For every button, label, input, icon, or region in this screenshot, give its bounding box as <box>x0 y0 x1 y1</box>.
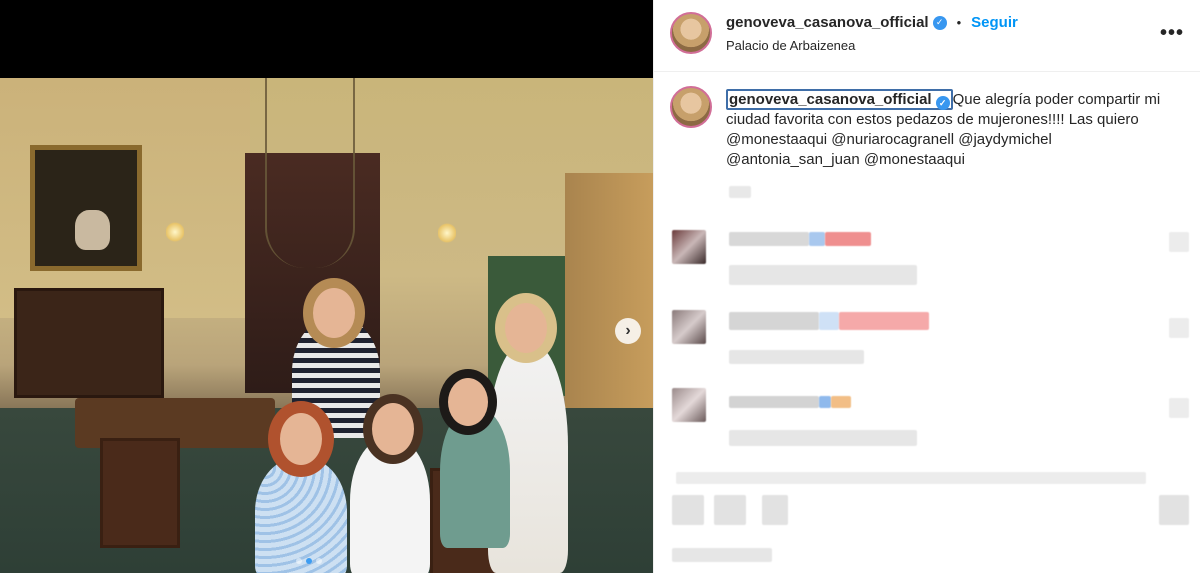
comment-icon[interactable] <box>714 495 746 525</box>
post-header: genoveva_casanova_official ✓ • Seguir Pa… <box>654 0 1200 72</box>
carousel-dot-active <box>306 558 312 564</box>
commenter-avatar[interactable] <box>672 230 706 264</box>
share-icon[interactable] <box>762 495 788 525</box>
person <box>440 408 510 548</box>
header-username[interactable]: genoveva_casanova_official <box>726 14 929 31</box>
carousel-dot <box>316 558 322 564</box>
like-heart-icon[interactable] <box>1169 232 1189 252</box>
caption-username[interactable]: genoveva_casanova_official <box>729 91 932 108</box>
carousel-next-button[interactable]: › <box>615 318 641 344</box>
like-heart-icon[interactable] <box>1169 318 1189 338</box>
save-icon[interactable] <box>1159 495 1189 525</box>
like-icon[interactable] <box>672 495 704 525</box>
carousel-dots <box>296 558 322 564</box>
post-sidebar: genoveva_casanova_official ✓ • Seguir Pa… <box>653 0 1200 573</box>
chandelier <box>265 78 355 268</box>
wall-painting <box>30 145 142 271</box>
verified-badge-icon: ✓ <box>935 96 950 110</box>
more-options-button[interactable]: ••• <box>1160 22 1184 45</box>
china-cabinet <box>14 288 164 398</box>
commenter-avatar[interactable] <box>672 388 706 422</box>
person <box>255 458 347 573</box>
avatar[interactable] <box>670 12 712 54</box>
verified-badge-icon: ✓ <box>932 15 947 30</box>
follow-button[interactable]: Seguir <box>971 14 1018 31</box>
location-link[interactable]: Palacio de Arbaizenea <box>726 38 855 53</box>
carousel-dot <box>296 558 302 564</box>
wooden-door <box>565 173 653 413</box>
separator: • <box>956 15 962 30</box>
chevron-right-icon: › <box>625 322 631 339</box>
person <box>350 438 430 573</box>
post-media[interactable]: › <box>0 0 653 573</box>
commenter-avatar[interactable] <box>672 310 706 344</box>
caption-avatar[interactable] <box>670 86 712 128</box>
like-heart-icon[interactable] <box>1169 398 1189 418</box>
post-photo <box>0 78 653 573</box>
